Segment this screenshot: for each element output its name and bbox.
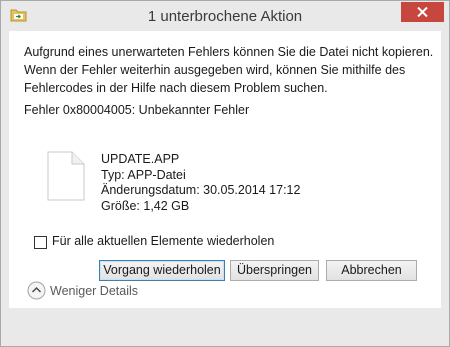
fewer-details-label[interactable]: Weniger Details <box>50 284 138 298</box>
window-title: 1 unterbrochene Aktion <box>147 8 303 25</box>
skip-button[interactable]: Überspringen <box>230 260 319 281</box>
dialog-content: Aufgrund eines unerwarteten Fehlers könn… <box>9 31 441 308</box>
title-bar[interactable]: 1 unterbrochene Aktion <box>1 1 449 31</box>
file-modified: Änderungsdatum: 30.05.2014 17:12 <box>101 183 301 197</box>
retry-button[interactable]: Vorgang wiederholen <box>99 260 225 281</box>
checkbox-label[interactable]: Für alle aktuellen Elemente wiederholen <box>52 234 274 248</box>
error-code: Fehler 0x80004005: Unbekannter Fehler <box>24 103 250 117</box>
message-line: Fehlercodes in der Hilfe nach diesem Pro… <box>24 81 328 95</box>
file-details: UPDATE.APP Typ: APP-Datei Änderungsdatum… <box>101 152 300 214</box>
cancel-button[interactable]: Abbrechen <box>326 260 417 281</box>
file-name: UPDATE.APP <box>101 152 180 166</box>
repeat-for-all-checkbox[interactable] <box>34 236 47 249</box>
message-line: Wenn der Fehler weiterhin ausgegeben wir… <box>24 63 406 77</box>
message-line: Aufgrund eines unerwarteten Fehlers könn… <box>24 45 434 59</box>
close-icon <box>417 7 428 17</box>
error-message: Aufgrund eines unerwarteten Fehlers könn… <box>24 43 434 97</box>
close-button[interactable] <box>401 2 444 22</box>
chevron-up-icon[interactable] <box>27 281 46 303</box>
document-icon <box>47 151 85 204</box>
file-type: Typ: APP-Datei <box>101 167 186 182</box>
dialog-window: 1 unterbrochene Aktion Aufgrund eines un… <box>0 0 450 347</box>
file-size: Größe: 1,42 GB <box>101 198 190 213</box>
